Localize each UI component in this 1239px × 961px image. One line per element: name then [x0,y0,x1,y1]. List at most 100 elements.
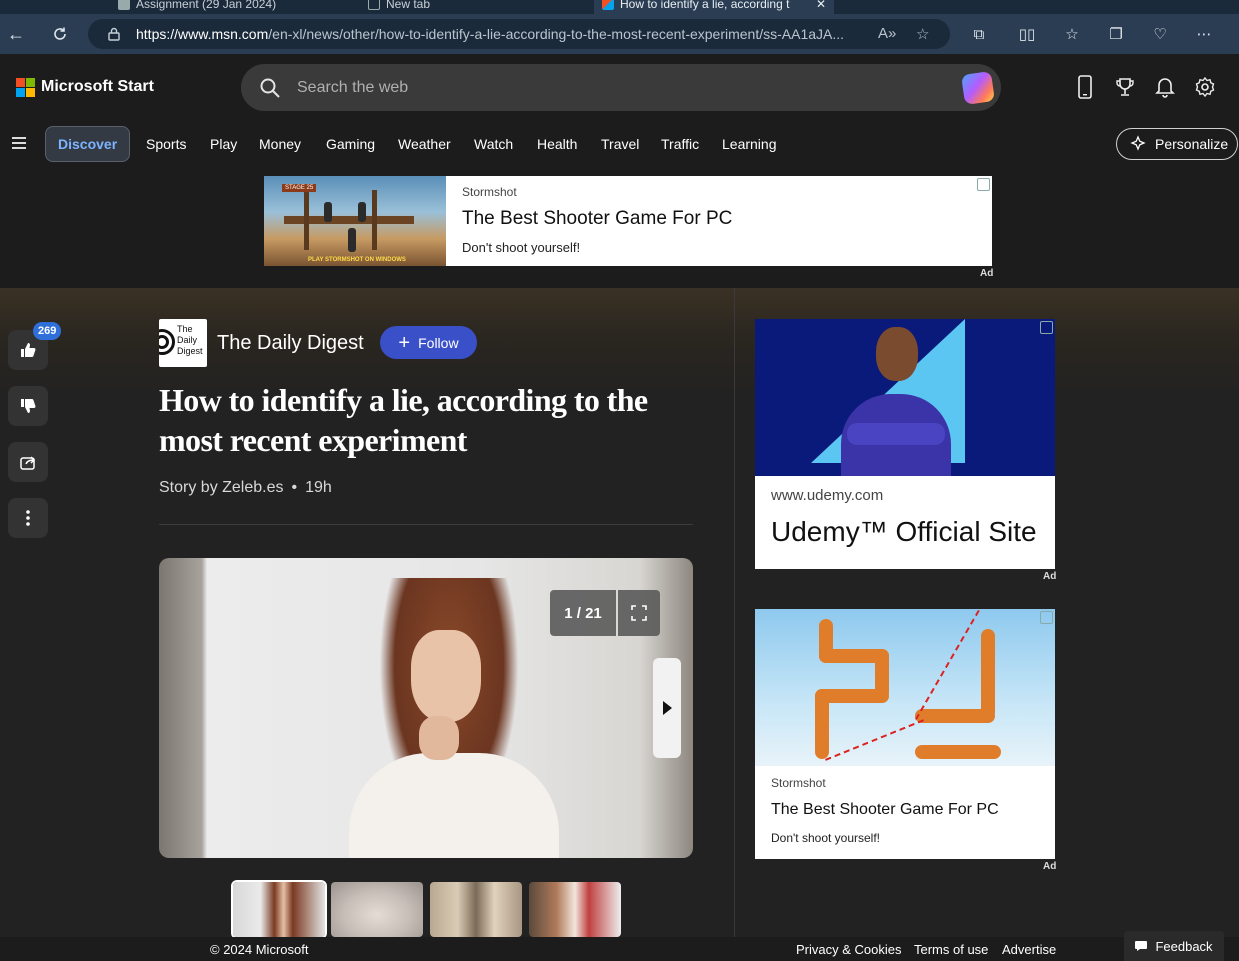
article-title: How to identify a lie, according to the … [159,382,648,458]
copilot-icon[interactable] [961,71,995,105]
favorites-icon[interactable]: ☆ [1060,22,1084,46]
publisher-name[interactable]: The Daily Digest [217,332,364,355]
publish-age: 19h [305,479,332,496]
udemy-ad[interactable]: www.udemy.com Udemy™ Official Site [755,319,1055,569]
back-icon[interactable]: ← [4,22,28,46]
sparkle-pencil-icon [1130,135,1146,151]
slide-thumbnail[interactable] [331,882,423,937]
lock-icon[interactable] [108,27,120,41]
slide-thumbnail[interactable] [529,882,621,937]
footer: © 2024 Microsoft Privacy & Cookies Terms… [0,937,1239,961]
ad-image-stage: STAGE 25 [282,184,317,192]
column-divider [734,288,735,938]
nav-item-watch[interactable]: Watch [474,126,513,162]
close-tab-icon[interactable]: ✕ [816,0,826,11]
slide-thumbnail[interactable] [430,882,522,937]
tab-label: How to identify a lie, according t [620,0,790,11]
top-banner-ad[interactable]: STAGE 25 PLAY STORMSHOT ON WINDOWS Storm… [264,176,992,266]
ad-source: www.udemy.com [771,487,884,504]
ad-choices-icon[interactable] [1040,321,1053,334]
nav-item-gaming[interactable]: Gaming [326,126,375,162]
personalize-label: Personalize [1155,136,1229,152]
split-screen-icon[interactable]: ▯▯ [1015,22,1039,46]
nav-item-discover[interactable]: Discover [45,126,131,162]
notifications-bell-icon[interactable] [1152,74,1178,100]
nav-item-sports[interactable]: Sports [146,126,186,162]
ad-source: Stormshot [771,776,826,790]
new-tab-icon [368,0,380,10]
nav-item-money[interactable]: Money [259,126,301,162]
ad-source: Stormshot [462,185,517,199]
microsoft-start-logo[interactable]: Microsoft Start [16,78,154,97]
extensions-icon[interactable]: ⧉ [967,22,991,46]
feedback-label: Feedback [1155,938,1213,954]
refresh-icon[interactable] [48,22,72,46]
browser-toolbar: ← https://www.msn.com/en-xl/news/other/h… [0,14,1239,54]
feedback-icon [1135,941,1148,951]
rewards-trophy-icon[interactable] [1112,74,1138,100]
ad-game-image: STAGE 25 PLAY STORMSHOT ON WINDOWS [264,176,446,266]
fullscreen-icon[interactable] [618,590,660,636]
nav-item-play[interactable]: Play [210,126,237,162]
address-bar[interactable]: https://www.msn.com/en-xl/news/other/how… [88,19,950,49]
slide-photo [349,578,559,858]
ad-choices-icon[interactable] [1040,611,1053,624]
ad-image-caption: PLAY STORMSHOT ON WINDOWS [308,257,406,263]
stormshot-ad-image [755,609,1055,766]
share-button[interactable] [8,442,48,482]
ad-description: Don't shoot yourself! [771,831,881,845]
more-options-button[interactable] [8,498,48,538]
slideshow-image[interactable]: 1 / 21 [159,558,693,858]
title-divider [159,524,693,525]
slide-counter: 1 / 21 [550,590,616,636]
search-icon[interactable] [259,77,281,99]
collections-icon[interactable]: ❐ [1104,22,1128,46]
more-menu-icon[interactable]: ⋯ [1192,22,1216,46]
feedback-button[interactable]: Feedback [1124,931,1224,961]
nav-item-health[interactable]: Health [537,126,577,162]
nav-item-learning[interactable]: Learning [722,126,777,162]
brand-name: Microsoft Start [41,78,154,95]
play-arrow-icon [663,701,672,715]
tab-active-article[interactable]: How to identify a lie, according t ✕ [594,0,834,14]
msn-header: Microsoft Start Discover Sports Play Mon… [0,54,1239,288]
author: Story by Zeleb.es [159,479,284,496]
footer-link-privacy[interactable]: Privacy & Cookies [796,942,901,957]
tab-new-tab[interactable]: New tab [368,0,488,14]
read-aloud-icon[interactable]: A» [878,25,896,42]
next-slide-button[interactable] [653,658,681,758]
follow-label: Follow [418,334,459,351]
hamburger-menu-icon[interactable] [12,137,26,149]
udemy-ad-image [755,319,1055,476]
publisher-logo[interactable]: The Daily Digest [159,319,207,367]
ad-choices-icon[interactable] [977,178,990,191]
nav-item-travel[interactable]: Travel [601,126,639,162]
ad-label: Ad [980,268,994,279]
footer-link-advertise[interactable]: Advertise [1002,942,1056,957]
document-icon [118,0,130,10]
ad-label: Ad [1043,861,1057,872]
nav-item-traffic[interactable]: Traffic [661,126,699,162]
copyright: © 2024 Microsoft [210,942,309,957]
tab-assignment[interactable]: Assignment (29 Jan 2024) [118,0,328,14]
msn-favicon-icon [602,0,614,10]
search-input[interactable] [297,64,897,111]
tab-label: New tab [386,0,431,11]
settings-gear-icon[interactable] [1192,74,1218,100]
browser-essentials-icon[interactable]: ♡ [1148,22,1172,46]
personalize-button[interactable]: Personalize [1116,128,1238,160]
article-page: 269 The Daily Digest The Daily Digest + … [0,288,1239,961]
ad-title: Udemy™ Official Site [771,516,1037,547]
favorite-star-icon[interactable]: ☆ [916,25,929,43]
browser-tab-strip: Assignment (29 Jan 2024) New tab How to … [0,0,1239,14]
mobile-app-icon[interactable] [1072,74,1098,100]
search-box[interactable] [241,64,1001,111]
plus-icon: + [398,331,411,354]
stormshot-ad[interactable]: Stormshot The Best Shooter Game For PC D… [755,609,1055,859]
slide-thumbnail[interactable] [231,880,327,939]
url-domain: https://www.msn.com [136,26,269,42]
dislike-button[interactable] [8,386,48,426]
nav-item-weather[interactable]: Weather [398,126,451,162]
footer-link-terms[interactable]: Terms of use [914,942,988,957]
follow-button[interactable]: + Follow [380,326,477,359]
